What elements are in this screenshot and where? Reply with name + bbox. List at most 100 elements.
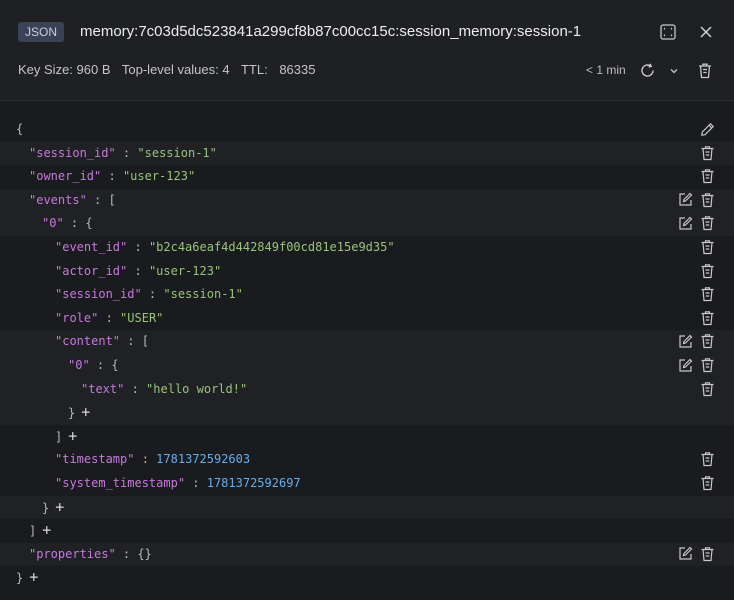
trash-icon[interactable] — [699, 215, 715, 231]
json-separator: : — [127, 240, 149, 254]
ttl-value[interactable]: 86335 — [279, 62, 315, 77]
edit-icon[interactable] — [677, 357, 693, 373]
trash-icon[interactable] — [699, 168, 715, 184]
json-open-bracket: { — [111, 358, 119, 372]
trash-icon[interactable] — [699, 357, 715, 373]
json-row-content: "role" : "USER" — [55, 307, 163, 331]
json-key: "0" — [68, 358, 90, 372]
edit-icon[interactable] — [677, 192, 693, 208]
json-close-bracket: } — [68, 406, 76, 421]
json-row-content: "owner_id" : "user-123" — [29, 165, 195, 189]
json-row: "text" : "hello world!" — [0, 377, 734, 402]
json-row: "session_id" : "session-1" — [0, 283, 734, 307]
trash-icon[interactable] — [699, 475, 715, 491]
trash-icon[interactable] — [699, 263, 715, 279]
json-key: "properties" — [29, 546, 116, 561]
json-row: "0" : { — [0, 212, 734, 236]
json-row-content: "content" : [ — [55, 330, 149, 354]
json-row: "events" : [ — [0, 188, 734, 213]
json-row: "timestamp" : 1781372592603 — [0, 448, 734, 472]
trash-icon[interactable] — [699, 310, 715, 326]
json-string-value[interactable]: "b2c4a6eaf4d442849f00cd81e15e9d35" — [149, 240, 395, 254]
trash-icon[interactable] — [699, 192, 715, 208]
json-separator: : — [86, 192, 109, 207]
json-key: "system_timestamp" — [55, 476, 186, 490]
json-open-bracket: [ — [141, 334, 149, 349]
json-row: ] + — [0, 519, 734, 543]
key-metadata: Key Size: 960 B Top-level values: 4 TTL:… — [18, 62, 323, 77]
json-row: { — [0, 118, 734, 142]
json-row: "properties" : {} — [0, 542, 734, 567]
json-row-content: "text" : "hello world!" — [81, 378, 247, 402]
json-separator: : — [141, 287, 164, 302]
json-close-bracket: } — [16, 571, 24, 586]
json-row-content: "event_id" : "b2c4a6eaf4d442849f00cd81e1… — [55, 236, 395, 260]
trash-icon[interactable] — [699, 333, 715, 349]
json-separator: : — [124, 381, 147, 396]
json-row-content: { — [16, 118, 23, 142]
json-separator: : — [134, 452, 157, 467]
json-key: "role" — [55, 310, 99, 325]
pencil-icon[interactable] — [699, 121, 715, 137]
json-open-bracket: [ — [108, 192, 116, 207]
json-row: "role" : "USER" — [0, 307, 734, 331]
trash-icon[interactable] — [699, 546, 715, 562]
json-row-content: "system_timestamp" : 1781372592697 — [55, 472, 301, 496]
json-row: "owner_id" : "user-123" — [0, 165, 734, 189]
json-string-value[interactable]: "session-1" — [137, 146, 216, 160]
close-icon[interactable] — [696, 22, 716, 42]
json-close-bracket: ] — [55, 429, 63, 444]
json-string-value[interactable]: "session-1" — [163, 287, 242, 301]
add-item-button[interactable]: + — [42, 521, 51, 539]
trash-icon[interactable] — [699, 145, 715, 161]
trash-icon[interactable] — [699, 239, 715, 255]
maximize-icon[interactable] — [658, 22, 678, 42]
add-item-button[interactable]: + — [81, 403, 90, 421]
json-row-content: ] + — [55, 425, 77, 450]
edit-icon[interactable] — [677, 215, 693, 231]
trash-icon[interactable] — [699, 381, 715, 397]
delete-key-trash-icon[interactable] — [695, 60, 715, 80]
trash-icon[interactable] — [699, 451, 715, 467]
chevron-down-icon[interactable] — [664, 61, 684, 81]
refresh-icon[interactable] — [637, 60, 657, 80]
json-close-bracket: } — [42, 500, 50, 515]
json-close-bracket: ] — [29, 524, 37, 539]
type-badge: JSON — [18, 22, 64, 42]
trash-icon[interactable] — [699, 286, 715, 302]
json-row-content: } + — [42, 496, 64, 521]
json-key: "event_id" — [55, 240, 128, 254]
key-header: JSON memory:7c03d5dc523841a299cf8b87c00c… — [0, 0, 734, 101]
edit-icon[interactable] — [677, 546, 693, 562]
json-number-value[interactable]: 1781372592697 — [207, 476, 301, 490]
json-separator: : — [63, 216, 86, 231]
json-key: "owner_id" — [29, 169, 102, 184]
add-item-button[interactable]: + — [68, 427, 77, 445]
json-row-content: "actor_id" : "user-123" — [55, 260, 221, 284]
json-separator: : — [89, 358, 112, 372]
json-separator: : — [115, 546, 138, 561]
json-key: "content" — [55, 334, 121, 349]
edit-icon[interactable] — [677, 333, 693, 349]
json-number-value[interactable]: 1781372592603 — [156, 452, 250, 466]
add-item-button[interactable]: + — [55, 498, 64, 516]
json-separator: : — [185, 476, 207, 490]
json-open-bracket: {} — [137, 546, 152, 561]
json-row: "session_id" : "session-1" — [0, 141, 734, 166]
json-string-value[interactable]: "USER" — [120, 311, 163, 325]
json-row: ] + — [0, 425, 734, 449]
json-string-value[interactable]: "user-123" — [123, 169, 195, 183]
json-key: "timestamp" — [55, 452, 135, 467]
json-row-content: } + — [16, 566, 38, 591]
json-separator: : — [120, 334, 142, 349]
json-row: } + — [0, 401, 734, 425]
json-string-value[interactable]: "user-123" — [149, 264, 221, 278]
json-row-content: ] + — [29, 519, 51, 544]
key-name: memory:7c03d5dc523841a299cf8b87c00cc15c:… — [80, 23, 582, 40]
json-row: } + — [0, 495, 734, 521]
add-item-button[interactable]: + — [29, 568, 38, 586]
json-row-content: "timestamp" : 1781372592603 — [55, 448, 250, 472]
json-row: "system_timestamp" : 1781372592697 — [0, 472, 734, 496]
json-separator: : — [101, 169, 123, 184]
json-string-value[interactable]: "hello world!" — [146, 382, 247, 396]
